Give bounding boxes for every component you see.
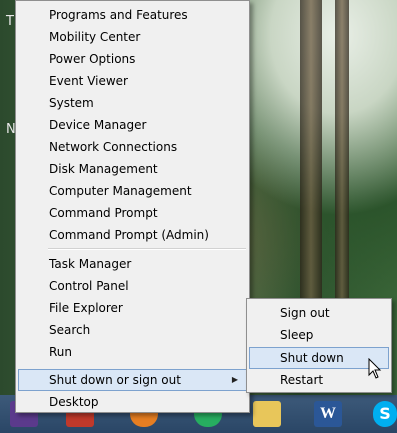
menu-separator bbox=[48, 248, 246, 250]
menu-item-control-panel[interactable]: Control Panel bbox=[18, 275, 247, 297]
mouse-cursor-icon bbox=[368, 358, 382, 379]
menu-item-run[interactable]: Run bbox=[18, 341, 247, 363]
menu-item-search[interactable]: Search bbox=[18, 319, 247, 341]
menu-item-mobility-center[interactable]: Mobility Center bbox=[18, 26, 247, 48]
submenu-item-sign-out[interactable]: Sign out bbox=[249, 302, 389, 324]
menu-item-desktop[interactable]: Desktop bbox=[18, 391, 247, 413]
menu-item-event-viewer[interactable]: Event Viewer bbox=[18, 70, 247, 92]
word-icon[interactable]: W bbox=[314, 401, 342, 427]
desktop-icon-label: T bbox=[6, 14, 14, 29]
menu-item-network-connections[interactable]: Network Connections bbox=[18, 136, 247, 158]
menu-item-file-explorer[interactable]: File Explorer bbox=[18, 297, 247, 319]
menu-item-task-manager[interactable]: Task Manager bbox=[18, 253, 247, 275]
menu-item-power-options[interactable]: Power Options bbox=[18, 48, 247, 70]
menu-item-command-prompt-admin[interactable]: Command Prompt (Admin) bbox=[18, 224, 247, 246]
menu-item-command-prompt[interactable]: Command Prompt bbox=[18, 202, 247, 224]
win-x-context-menu: Programs and Features Mobility Center Po… bbox=[15, 0, 250, 413]
skype-icon[interactable]: S bbox=[373, 401, 397, 427]
menu-item-programs-and-features[interactable]: Programs and Features bbox=[18, 4, 247, 26]
menu-item-shut-down-or-sign-out[interactable]: Shut down or sign out ▶ bbox=[18, 369, 247, 391]
file-explorer-icon[interactable] bbox=[253, 401, 281, 427]
menu-item-computer-management[interactable]: Computer Management bbox=[18, 180, 247, 202]
menu-item-device-manager[interactable]: Device Manager bbox=[18, 114, 247, 136]
submenu-arrow-icon: ▶ bbox=[231, 375, 238, 384]
submenu-item-sleep[interactable]: Sleep bbox=[249, 324, 389, 346]
menu-item-label: Shut down or sign out bbox=[49, 373, 181, 387]
menu-item-disk-management[interactable]: Disk Management bbox=[18, 158, 247, 180]
menu-item-system[interactable]: System bbox=[18, 92, 247, 114]
